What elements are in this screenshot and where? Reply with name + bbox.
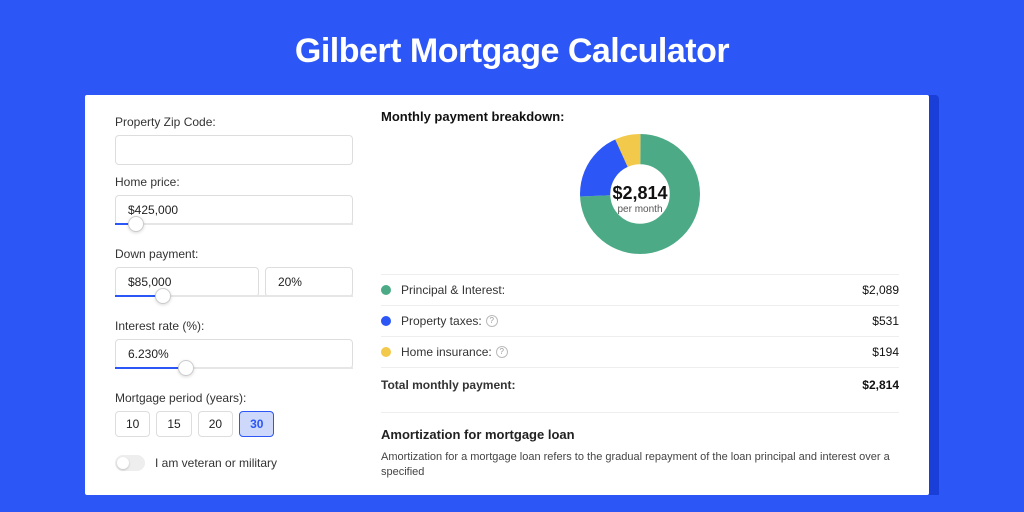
interest-rate-slider[interactable] xyxy=(115,367,353,381)
down-payment-pct-input[interactable] xyxy=(265,267,353,297)
zip-input[interactable] xyxy=(115,135,353,165)
interest-rate-label: Interest rate (%): xyxy=(115,319,353,333)
down-payment-input[interactable] xyxy=(115,267,259,297)
period-button-30[interactable]: 30 xyxy=(239,411,274,437)
total-label: Total monthly payment: xyxy=(381,378,862,392)
down-payment-label: Down payment: xyxy=(115,247,353,261)
legend-value: $2,089 xyxy=(862,283,899,297)
donut-center: $2,814 per month xyxy=(612,183,667,215)
breakdown-title: Monthly payment breakdown: xyxy=(381,109,899,124)
info-icon[interactable]: ? xyxy=(496,346,508,358)
amortization-title: Amortization for mortgage loan xyxy=(381,412,899,442)
donut-sub: per month xyxy=(612,204,667,215)
legend-list: Principal & Interest: $2,089Property tax… xyxy=(381,274,899,368)
page-title: Gilbert Mortgage Calculator xyxy=(85,0,939,95)
legend-row: Property taxes: ?$531 xyxy=(381,306,899,337)
home-price-slider[interactable] xyxy=(115,223,353,237)
form-column: Property Zip Code: Home price: Down paym… xyxy=(115,109,375,495)
legend-value: $194 xyxy=(872,345,899,359)
slider-thumb-icon[interactable] xyxy=(155,288,171,304)
panel-shadow: Property Zip Code: Home price: Down paym… xyxy=(85,95,939,495)
toggle-knob-icon xyxy=(117,457,129,469)
info-icon[interactable]: ? xyxy=(486,315,498,327)
veteran-label: I am veteran or military xyxy=(155,456,277,470)
legend-label: Principal & Interest: xyxy=(401,283,862,297)
slider-thumb-icon[interactable] xyxy=(128,216,144,232)
legend-value: $531 xyxy=(872,314,899,328)
slider-thumb-icon[interactable] xyxy=(178,360,194,376)
total-row: Total monthly payment: $2,814 xyxy=(381,368,899,406)
breakdown-column: Monthly payment breakdown: $2,814 per mo… xyxy=(375,109,899,495)
down-payment-slider[interactable] xyxy=(115,295,353,309)
legend-row: Principal & Interest: $2,089 xyxy=(381,274,899,306)
legend-dot-icon xyxy=(381,347,391,357)
home-price-input[interactable] xyxy=(115,195,353,225)
period-button-10[interactable]: 10 xyxy=(115,411,150,437)
period-label: Mortgage period (years): xyxy=(115,391,353,405)
legend-label: Property taxes: ? xyxy=(401,314,872,328)
legend-dot-icon xyxy=(381,316,391,326)
home-price-label: Home price: xyxy=(115,175,353,189)
calculator-panel: Property Zip Code: Home price: Down paym… xyxy=(85,95,929,495)
interest-rate-input[interactable] xyxy=(115,339,353,369)
amortization-text: Amortization for a mortgage loan refers … xyxy=(381,450,899,481)
donut-chart: $2,814 per month xyxy=(381,134,899,264)
period-button-group: 1015 2030 xyxy=(115,411,353,437)
legend-row: Home insurance: ?$194 xyxy=(381,337,899,368)
period-button-15[interactable]: 15 xyxy=(156,411,191,437)
legend-label: Home insurance: ? xyxy=(401,345,872,359)
period-button-20[interactable]: 20 xyxy=(198,411,233,437)
legend-dot-icon xyxy=(381,285,391,295)
zip-label: Property Zip Code: xyxy=(115,115,353,129)
donut-amount: $2,814 xyxy=(612,183,667,204)
total-value: $2,814 xyxy=(862,378,899,392)
veteran-toggle[interactable] xyxy=(115,455,145,471)
